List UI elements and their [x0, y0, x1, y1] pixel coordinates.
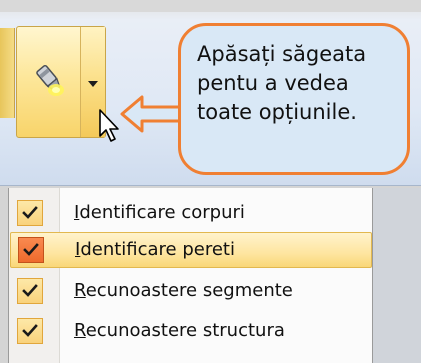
menu-item-label: Identificare pereti [75, 239, 235, 261]
ribbon-top-gap [0, 0, 421, 12]
callout-pointer-arrow-icon [120, 95, 184, 133]
checkbox[interactable] [17, 278, 43, 304]
split-button-main[interactable] [17, 27, 81, 137]
checkmark-icon [22, 284, 38, 297]
checkmark-icon [23, 243, 39, 256]
detection-split-button[interactable] [16, 26, 106, 138]
callout-text: Apăsați săgeata pentu a vedea toate opți… [197, 42, 367, 124]
menu-item-mnemonic: R [74, 320, 86, 341]
menu-item-text: ecunoastere segmente [85, 280, 293, 301]
menu-item-label: Recunoastere structura [74, 320, 285, 342]
menu-item-label: Recunoastere segmente [74, 280, 293, 302]
highlighter-icon [36, 64, 64, 96]
chevron-down-icon [88, 81, 98, 87]
screenshot-stage: Apăsați săgeata pentu a vedea toate opți… [0, 0, 421, 363]
menu-item-recunoastere-segmente[interactable]: Recunoastere segmente [10, 274, 372, 310]
menu-item-text: dentificare corpuri [79, 202, 245, 223]
checkbox[interactable] [17, 318, 43, 344]
menu-item-identificare-corpuri[interactable]: Identificare corpuri [10, 196, 372, 232]
checkmark-icon [22, 324, 38, 337]
menu-item-text: ecunoastere structura [85, 320, 285, 341]
ribbon: Apăsați săgeata pentu a vedea toate opți… [0, 0, 421, 186]
menu-item-text: dentificare pereti [80, 239, 235, 260]
menu-item-recunoastere-structura[interactable]: Recunoastere structura [10, 314, 372, 350]
menu-item-mnemonic: R [74, 280, 86, 301]
checkmark-icon [22, 206, 38, 219]
menu-item-label: Identificare corpuri [74, 202, 245, 224]
adjacent-ribbon-button[interactable] [0, 28, 15, 118]
menu-item-identificare-pereti[interactable]: Identificare pereti [10, 232, 372, 268]
checkbox[interactable] [18, 237, 44, 263]
instruction-callout: Apăsați săgeata pentu a vedea toate opți… [178, 23, 410, 175]
background-window-edge [372, 188, 421, 363]
checkbox[interactable] [17, 200, 43, 226]
dropdown-menu: Identificare corpuri Identificare pereti… [8, 188, 421, 363]
